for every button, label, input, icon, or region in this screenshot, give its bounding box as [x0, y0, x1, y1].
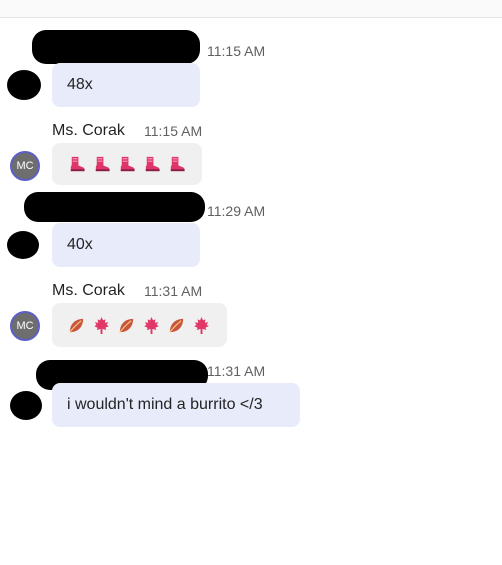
sender-name: Ms. Corak: [52, 122, 125, 139]
maple-leaf-icon: [144, 316, 159, 334]
boot-icon: [170, 156, 185, 171]
redacted-sender-name: [24, 192, 205, 222]
message-timestamp: 11:31 AM: [207, 363, 266, 379]
redacted-avatar[interactable]: [7, 231, 39, 259]
redacted-avatar[interactable]: [10, 391, 42, 420]
redacted-avatar[interactable]: [7, 70, 41, 100]
boot-icon: [70, 156, 85, 171]
leaf-icon: [69, 318, 84, 333]
message-bubble[interactable]: [52, 143, 202, 185]
avatar[interactable]: MC: [10, 311, 40, 341]
message-timestamp: 11:31 AM: [144, 283, 203, 299]
message-timestamp: 11:15 AM: [144, 123, 203, 139]
message-text: 48x: [67, 76, 93, 93]
top-bar: [0, 0, 502, 18]
message-bubble[interactable]: i wouldn't mind a burrito </3: [52, 383, 300, 427]
leaf-icon: [169, 318, 184, 333]
maple-leaf-icon: [94, 316, 109, 334]
message-bubble[interactable]: 48x: [52, 63, 200, 107]
boot-icon: [95, 156, 110, 171]
message-text: i wouldn't mind a burrito </3: [67, 396, 263, 413]
message-bubble[interactable]: [52, 303, 227, 347]
message-bubble[interactable]: 40x: [52, 223, 200, 267]
message-timestamp: 11:29 AM: [207, 203, 266, 219]
message-timestamp: 11:15 AM: [207, 43, 266, 59]
emoji-row: [67, 155, 186, 174]
avatar-initials: MC: [16, 160, 34, 172]
sender-name: Ms. Corak: [52, 282, 125, 299]
redacted-sender-name: [32, 30, 200, 64]
emoji-row: [67, 316, 211, 335]
boot-icon: [145, 156, 160, 171]
maple-leaf-icon: [194, 316, 209, 334]
leaf-icon: [119, 318, 134, 333]
message-text: 40x: [67, 236, 93, 253]
avatar[interactable]: MC: [10, 151, 40, 181]
boot-icon: [120, 156, 135, 171]
avatar-initials: MC: [16, 320, 34, 332]
